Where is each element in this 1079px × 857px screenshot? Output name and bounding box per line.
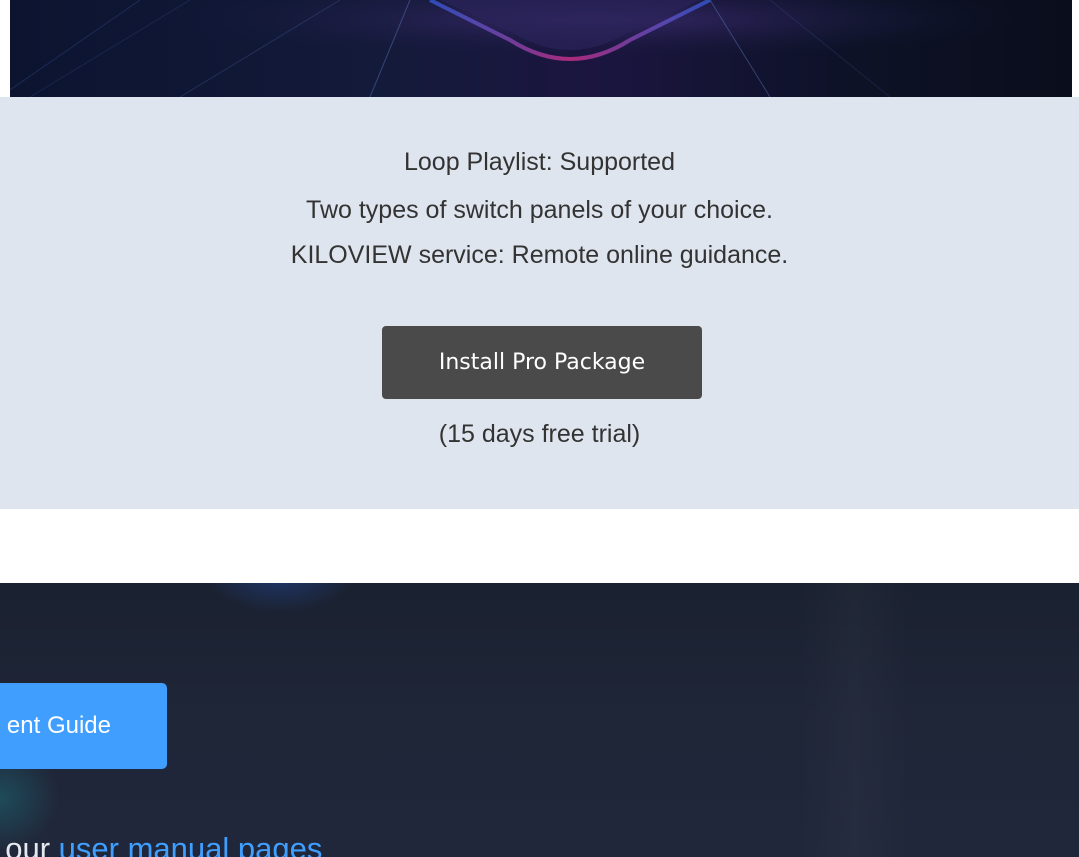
decorative-light-streak bbox=[800, 583, 910, 857]
pro-package-panel: Loop Playlist: Supported Two types of sw… bbox=[0, 97, 1079, 509]
decorative-glow bbox=[200, 583, 360, 613]
guide-section: ent Guide t our user manual pages bbox=[0, 583, 1079, 857]
install-pro-package-button[interactable]: Install Pro Package bbox=[382, 326, 702, 399]
page: Loop Playlist: Supported Two types of sw… bbox=[0, 0, 1079, 857]
hero-graphic bbox=[10, 0, 1072, 97]
user-manual-text: t our user manual pages bbox=[0, 831, 322, 857]
guide-button[interactable]: ent Guide bbox=[0, 683, 167, 769]
user-manual-prefix: t our bbox=[0, 831, 51, 857]
feature-switch-panels: Two types of switch panels of your choic… bbox=[306, 196, 773, 224]
feature-loop-playlist: Loop Playlist: Supported bbox=[403, 148, 675, 176]
free-trial-note: (15 days free trial) bbox=[438, 420, 641, 448]
user-manual-link[interactable]: user manual pages bbox=[59, 831, 323, 857]
feature-kiloview-service: KILOVIEW service: Remote online guidance… bbox=[290, 241, 789, 269]
hero-banner-image bbox=[10, 0, 1072, 97]
